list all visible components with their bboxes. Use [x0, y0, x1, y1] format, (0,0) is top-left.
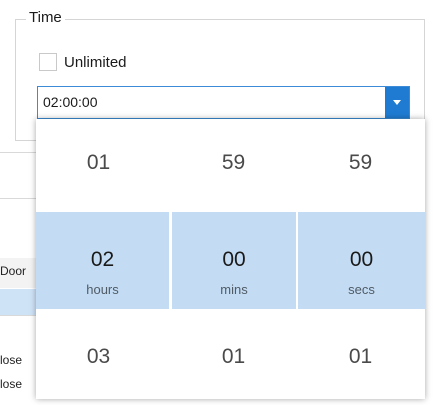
mins-next-value: 01	[221, 345, 246, 368]
hours-prev-cell[interactable]: 01	[36, 119, 161, 214]
time-picker-dropdown: 01 59 59 02 hours 00 mins 00 secs 03 01	[36, 119, 425, 399]
secs-next-cell[interactable]: 01	[298, 311, 423, 399]
mins-unit-label: mins	[220, 282, 248, 297]
time-combobox[interactable]: 02:00:00	[37, 86, 410, 119]
mins-prev-value: 59	[221, 151, 246, 174]
secs-selected-cell[interactable]: 00 secs	[298, 212, 425, 309]
hours-prev-value: 01	[86, 151, 111, 174]
mins-selected-value: 00	[222, 248, 246, 271]
table-divider	[0, 198, 36, 199]
time-value[interactable]: 02:00:00	[43, 94, 98, 110]
hours-next-value: 03	[86, 345, 111, 368]
table-cell-lose-1: lose	[0, 353, 23, 367]
table-header-door: Door	[0, 264, 27, 278]
mins-selected-cell[interactable]: 00 mins	[172, 212, 296, 309]
secs-unit-label: secs	[348, 282, 375, 297]
secs-prev-cell[interactable]: 59	[298, 119, 423, 214]
hours-selected-value: 02	[90, 248, 115, 271]
picker-row-previous: 01 59 59	[36, 119, 425, 214]
table-top-line	[0, 152, 36, 153]
mins-next-cell[interactable]: 01	[171, 311, 296, 399]
picker-row-next: 03 01 01	[36, 311, 425, 399]
mins-prev-cell[interactable]: 59	[171, 119, 296, 214]
time-dropdown-button[interactable]	[385, 87, 409, 118]
table-cell-lose-2: lose	[0, 377, 23, 391]
table-row-line	[0, 315, 36, 316]
time-group-title: Time	[26, 9, 65, 26]
hours-unit-label: hours	[86, 282, 119, 297]
table-row-highlight	[0, 289, 40, 315]
chevron-down-icon	[393, 100, 401, 105]
hours-next-cell[interactable]: 03	[36, 311, 161, 399]
picker-row-selected: 02 hours 00 mins 00 secs	[36, 212, 425, 309]
unlimited-label[interactable]: Unlimited	[64, 54, 127, 71]
secs-next-value: 01	[348, 345, 373, 368]
hours-selected-cell[interactable]: 02 hours	[36, 212, 169, 309]
unlimited-checkbox[interactable]	[39, 53, 57, 71]
secs-prev-value: 59	[348, 151, 373, 174]
secs-selected-value: 00	[349, 248, 374, 271]
